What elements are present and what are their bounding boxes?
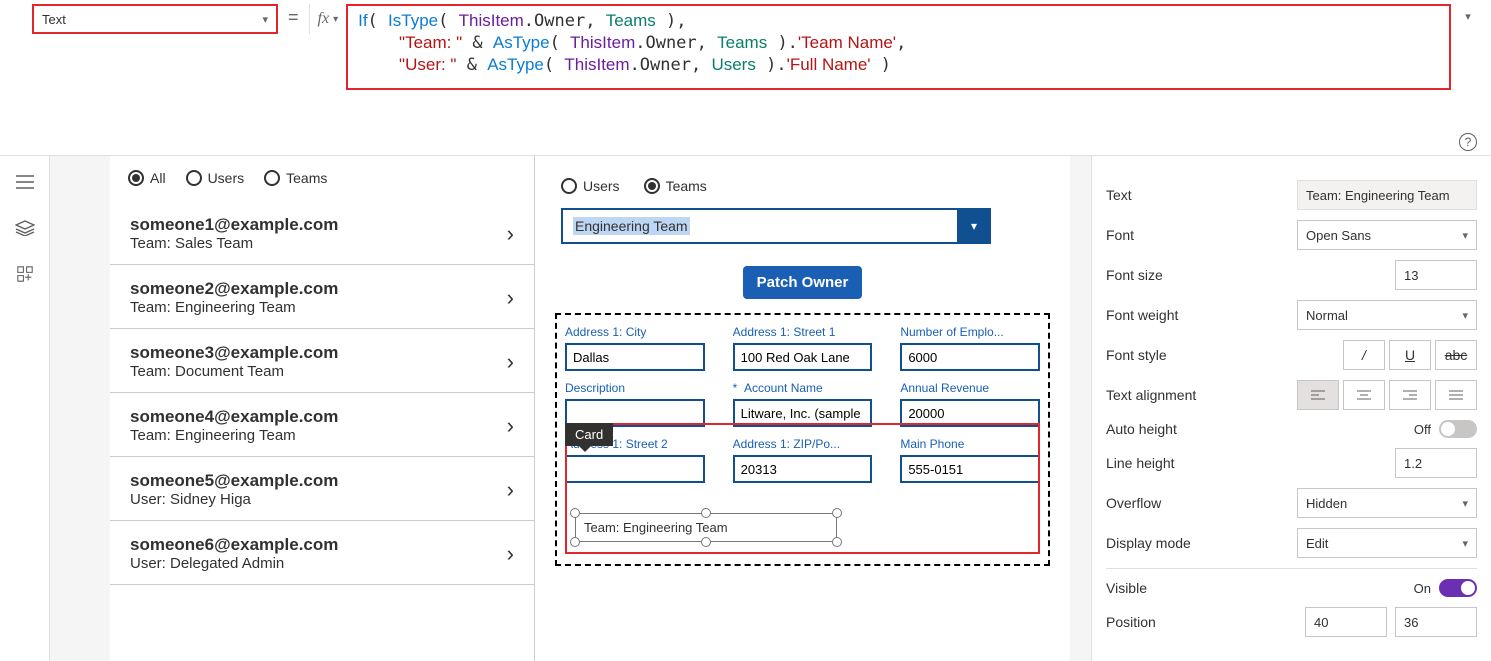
radio-owner-teams[interactable]: Teams [644, 178, 707, 194]
canvas: All Users Teams someone1@example.comTeam… [50, 156, 1091, 661]
gallery-item[interactable]: someone6@example.comUser: Delegated Admi… [110, 521, 534, 585]
field-city: Address 1: City [565, 325, 705, 371]
form-card-container: Address 1: City Address 1: Street 1 Numb… [555, 313, 1050, 566]
prop-lineheight[interactable]: 1.2 [1395, 448, 1477, 478]
prop-align [1297, 380, 1477, 410]
properties-pane: TextTeam: Engineering Team FontOpen Sans… [1091, 156, 1491, 661]
form-pane: Format text Remove formatting Users Team… [535, 156, 1070, 661]
gallery-item[interactable]: someone3@example.comTeam: Document Team› [110, 329, 534, 393]
hamburger-icon[interactable] [15, 174, 35, 190]
property-dropdown-value: Text [42, 12, 66, 27]
prop-position-x[interactable]: 40 [1305, 607, 1387, 637]
chevron-right-icon: › [507, 541, 514, 567]
formula-input[interactable]: If( IsType( ThisItem.Owner, Teams ), "Te… [346, 4, 1451, 90]
team-combobox[interactable]: Engineering Team ▾ [561, 208, 991, 244]
gallery-item[interactable]: someone5@example.comUser: Sidney Higa› [110, 457, 534, 521]
radio-teams[interactable]: Teams [264, 170, 327, 186]
left-rail [0, 156, 50, 661]
input-employees[interactable] [900, 343, 1040, 371]
patch-owner-button[interactable]: Patch Owner [743, 266, 863, 299]
fx-button[interactable]: fx ▾ [309, 4, 347, 34]
chevron-right-icon: › [507, 285, 514, 311]
help-icon[interactable]: ? [1459, 133, 1477, 151]
chevron-down-icon: ▾ [262, 13, 268, 26]
radio-users[interactable]: Users [186, 170, 245, 186]
chevron-right-icon: › [507, 221, 514, 247]
input-street1[interactable] [733, 343, 873, 371]
align-left-button[interactable] [1297, 380, 1339, 410]
italic-button[interactable]: / [1343, 340, 1385, 370]
chevron-right-icon: › [507, 349, 514, 375]
gallery: All Users Teams someone1@example.comTeam… [110, 156, 535, 661]
selection-handles[interactable]: Team: Engineering Team [575, 513, 837, 542]
app-screen: All Users Teams someone1@example.comTeam… [110, 156, 1070, 661]
equals-icon: = [288, 4, 299, 28]
strike-button[interactable]: abc [1435, 340, 1477, 370]
radio-all[interactable]: All [128, 170, 166, 186]
gallery-filter-radio: All Users Teams [110, 156, 534, 201]
field-account-name: * Account Name [733, 381, 873, 427]
field-employees: Number of Emplo... [900, 325, 1040, 371]
radio-owner-users[interactable]: Users [561, 178, 620, 194]
combobox-value: Engineering Team [573, 217, 690, 235]
formula-bar: Text ▾ = fx ▾ If( IsType( ThisItem.Owner… [0, 0, 1491, 156]
prop-overflow[interactable]: Hidden▾ [1297, 488, 1477, 518]
input-city[interactable] [565, 343, 705, 371]
components-icon[interactable] [15, 266, 35, 282]
field-revenue: Annual Revenue [900, 381, 1040, 427]
chevron-down-icon[interactable]: ▾ [1465, 10, 1471, 23]
prop-position-y[interactable]: 36 [1395, 607, 1477, 637]
selected-card[interactable]: Card Team: Engineering Team [565, 423, 1040, 554]
align-right-button[interactable] [1389, 380, 1431, 410]
chevron-down-icon: ▾ [957, 208, 991, 244]
prop-text[interactable]: Team: Engineering Team [1297, 180, 1477, 210]
gallery-item[interactable]: someone2@example.comTeam: Engineering Te… [110, 265, 534, 329]
prop-fontweight[interactable]: Normal▾ [1297, 300, 1477, 330]
prop-fontsize[interactable]: 13 [1395, 260, 1477, 290]
chevron-down-icon: ▾ [333, 14, 338, 25]
align-center-button[interactable] [1343, 380, 1385, 410]
toggle-visible[interactable] [1439, 579, 1477, 597]
owner-type-radio: Users Teams [561, 178, 1050, 194]
property-dropdown[interactable]: Text ▾ [32, 4, 278, 34]
underline-button[interactable]: U [1389, 340, 1431, 370]
prop-displaymode[interactable]: Edit▾ [1297, 528, 1477, 558]
card-tooltip: Card [565, 423, 613, 446]
field-description: Description [565, 381, 705, 427]
fx-icon: fx [318, 10, 330, 28]
layers-icon[interactable] [15, 220, 35, 236]
prop-font[interactable]: Open Sans▾ [1297, 220, 1477, 250]
gallery-item[interactable]: someone1@example.comTeam: Sales Team› [110, 201, 534, 265]
gallery-item[interactable]: someone4@example.comTeam: Engineering Te… [110, 393, 534, 457]
chevron-right-icon: › [507, 477, 514, 503]
chevron-right-icon: › [507, 413, 514, 439]
prop-fontstyle: / U abc [1343, 340, 1477, 370]
field-street1: Address 1: Street 1 [733, 325, 873, 371]
toggle-autoheight[interactable] [1439, 420, 1477, 438]
align-justify-button[interactable] [1435, 380, 1477, 410]
card-text-value: Team: Engineering Team [584, 520, 728, 535]
